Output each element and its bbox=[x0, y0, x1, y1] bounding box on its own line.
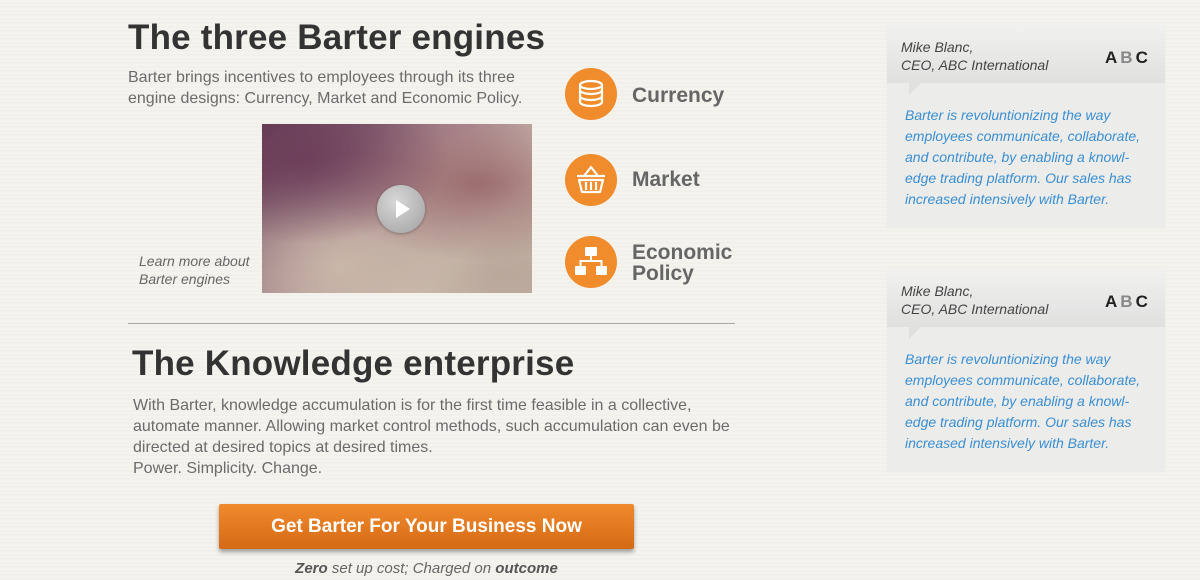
engine-item-market[interactable]: Market bbox=[565, 154, 765, 206]
company-logo: ABC bbox=[1105, 292, 1151, 311]
company-logo: ABC bbox=[1105, 48, 1151, 67]
testimonial-header: Mike Blanc, CEO, ABC International ABC bbox=[887, 269, 1165, 339]
knowledge-title: The Knowledge enterprise bbox=[132, 344, 575, 383]
testimonial-author: Mike Blanc, CEO, ABC International bbox=[901, 282, 1048, 318]
testimonial-author: Mike Blanc, CEO, ABC International bbox=[901, 38, 1048, 74]
org-chart-icon bbox=[565, 236, 617, 288]
testimonial-card: Mike Blanc, CEO, ABC International ABC B… bbox=[887, 25, 1165, 228]
engine-item-currency[interactable]: Currency bbox=[565, 68, 765, 120]
speech-tail bbox=[909, 327, 921, 339]
basket-icon bbox=[565, 154, 617, 206]
testimonial-quote: Barter is revoluntionizing the way emplo… bbox=[905, 351, 1141, 451]
testimonial-name: Mike Blanc, bbox=[901, 283, 974, 299]
testimonial-name: Mike Blanc, bbox=[901, 39, 974, 55]
video-caption: Learn more about Barter engines bbox=[139, 253, 250, 287]
play-icon bbox=[396, 200, 410, 218]
testimonial-header: Mike Blanc, CEO, ABC International ABC bbox=[887, 25, 1165, 95]
testimonial-quote: Barter is revoluntionizing the way emplo… bbox=[905, 107, 1141, 207]
pricing-note-outcome: outcome bbox=[495, 560, 558, 577]
testimonial-card: Mike Blanc, CEO, ABC International ABC B… bbox=[887, 269, 1165, 472]
pricing-note-zero: Zero bbox=[295, 560, 328, 577]
coins-icon bbox=[565, 68, 617, 120]
pricing-note: Zero set up cost; Charged on outcome bbox=[219, 560, 634, 577]
testimonial-role: CEO, ABC International bbox=[901, 57, 1049, 73]
pricing-note-middle: set up cost; Charged on bbox=[327, 560, 496, 577]
testimonial-role: CEO, ABC International bbox=[901, 301, 1049, 317]
section-divider bbox=[128, 323, 735, 324]
knowledge-paragraph: With Barter, knowledge accumulation is f… bbox=[133, 397, 730, 456]
engine-label-currency: Currency bbox=[632, 84, 725, 107]
engine-label-market: Market bbox=[632, 168, 700, 191]
engines-description: Barter brings incentives to employees th… bbox=[128, 69, 523, 107]
speech-tail bbox=[909, 83, 921, 95]
knowledge-tagline: Power. Simplicity. Change. bbox=[133, 460, 323, 477]
video-thumbnail[interactable] bbox=[262, 124, 532, 293]
get-barter-button[interactable]: Get Barter For Your Business Now bbox=[219, 504, 634, 549]
play-button[interactable] bbox=[377, 185, 425, 233]
engines-title: The three Barter engines bbox=[128, 18, 546, 57]
engine-item-economic-policy[interactable]: Economic Policy bbox=[565, 236, 765, 288]
engine-label-economic-policy: Economic Policy bbox=[632, 241, 733, 285]
